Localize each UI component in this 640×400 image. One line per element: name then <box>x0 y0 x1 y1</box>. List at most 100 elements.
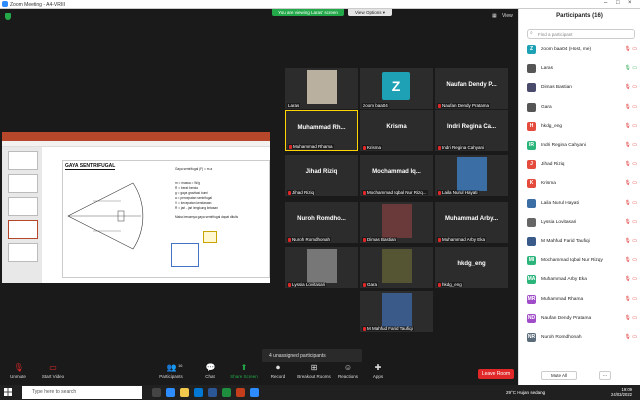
reactions-icon: ☺ <box>343 363 353 372</box>
participant-list-item[interactable]: MI Mochammad Iqbal Nur Rizqy 🎙 ▭ <box>527 256 637 268</box>
participant-list-item[interactable]: Hhkdg_eng 🎙 ▭ <box>527 121 637 134</box>
slide-title: GAYA SENTRIFUGAL <box>65 163 116 170</box>
weather-widget[interactable]: 29°C Hujan sedang <box>506 390 545 395</box>
muted-mic-icon <box>438 238 441 242</box>
slide-line: Gaya sentrifugal (F) = m.a <box>175 167 213 171</box>
leave-room-button[interactable]: Leave Room <box>478 369 514 379</box>
reactions-button[interactable]: ☺ Reactions <box>336 363 360 380</box>
participant-video-tile[interactable]: Indri Regina Ca... Indri Regina Cahyani <box>435 110 508 151</box>
participant-video-tile[interactable]: Laras <box>285 68 358 109</box>
participant-tile-label: Muhammad Rhama <box>288 144 334 149</box>
participant-avatar: Z <box>382 72 410 100</box>
participant-list-item[interactable]: ND Naufan Dendy Pratama 🎙 ▭ <box>527 313 637 326</box>
mute-all-button[interactable]: Mute All <box>541 371 577 380</box>
muted-mic-icon <box>363 146 366 150</box>
participant-video-tile[interactable]: Lyssia Lovitasari <box>285 247 358 288</box>
chat-button[interactable]: 💬 Chat <box>202 364 218 380</box>
participant-list-item[interactable]: Dimas Bastian 🎙 ▭ <box>527 83 637 95</box>
taskbar-search-input[interactable]: Type here to search <box>22 386 142 399</box>
unmute-button[interactable]: 🎙 Unmute <box>8 364 28 380</box>
participant-list-item[interactable]: Zzoom baa04 (Host, me) 🎙 ▭ <box>527 45 637 57</box>
maximize-icon[interactable]: □ <box>616 0 620 6</box>
breakout-rooms-icon: ⊞ <box>310 363 318 372</box>
system-clock[interactable]: 19:09 24/03/2022 <box>611 387 632 397</box>
slide-line: Maka besarnya gaya sentrifugal dapat dit… <box>175 215 239 219</box>
participant-list-item[interactable]: IR Indri Regina Cahyani 🎙 ▭ <box>527 141 637 153</box>
participant-av-status-icon: 🎙 ▭ <box>624 84 637 91</box>
shared-screen: GAYA SENTRIFUGAL Gaya sentrifugal (F) = … <box>2 132 270 283</box>
slide-thumbnail <box>8 243 38 262</box>
powerpoint-icon[interactable] <box>236 388 245 397</box>
participant-video-tile[interactable]: Muhammad Arby... Muhammad Arby Eka <box>435 202 508 243</box>
participant-video-tile[interactable]: Krisma Krisma <box>360 110 433 151</box>
participant-video-tile[interactable]: Mochammad Iq... Mochammad Iqbal Nur Rizq.… <box>360 155 433 196</box>
participant-name: Laila Nurul Hayati <box>541 200 579 206</box>
participant-search-input[interactable]: Find a participant <box>527 29 635 39</box>
viewing-screen-banner: You are viewing Laras' screen <box>272 9 344 16</box>
breakout-rooms-label: Breakout Rooms <box>297 374 331 379</box>
participant-list-item[interactable]: MA Muhammad Arby Eka 🎙 ▭ <box>527 275 637 287</box>
view-label[interactable]: View <box>502 13 513 19</box>
window-title: Zoom Meeting - A4-VRIII <box>10 1 66 8</box>
participant-av-status-icon: 🎙 ▭ <box>624 334 637 340</box>
share-screen-button[interactable]: ⬆ Share Screen <box>229 364 259 380</box>
participant-tile-label: Jihad Riziq <box>287 190 316 195</box>
participant-tile-name: Mochammad Iq... <box>372 169 421 175</box>
close-icon[interactable]: × <box>628 0 632 6</box>
view-options-button[interactable]: View Options ▾ <box>348 9 392 16</box>
participant-list-item[interactable]: M Mahfud Farid Taufiqi 🎙 ▭ <box>527 237 637 249</box>
participant-video-tile[interactable]: Laila Nurul Hayati <box>435 155 508 196</box>
participant-name: zoom baa04 (Host, me) <box>541 47 592 52</box>
record-label: Record <box>270 374 286 379</box>
participant-video-tile[interactable]: Nuroh Romdho... Nuroh Romdhonah <box>285 202 358 243</box>
word-icon[interactable] <box>208 388 217 397</box>
zoom-taskbar-icon[interactable] <box>250 388 259 397</box>
security-shield-icon[interactable] <box>5 13 11 20</box>
participant-video-tile[interactable]: Dimas Bastian <box>360 202 433 243</box>
start-video-label: Start Video <box>41 374 65 379</box>
edge-icon[interactable] <box>166 388 175 397</box>
apps-button[interactable]: ✚ Apps <box>370 364 386 380</box>
participant-tile-label: Mochammad Iqbal Nur Rizq... <box>362 190 428 195</box>
minimize-icon[interactable]: – <box>604 0 607 6</box>
windows-taskbar: Type here to search 29°C Hujan sedang 19… <box>0 385 640 400</box>
participant-list-item[interactable]: Laila Nurul Hayati 🎙 ▭ <box>527 198 637 211</box>
task-view-icon[interactable] <box>152 388 161 397</box>
breakout-rooms-button[interactable]: ⊞ Breakout Rooms <box>296 363 332 380</box>
unassigned-participants-notice[interactable]: 4 unassigned participants <box>262 349 362 363</box>
participant-video-tile[interactable]: Gara <box>360 247 433 288</box>
participant-list-item[interactable]: K Krisma 🎙 ▭ <box>527 179 637 191</box>
video-off-icon: ▭ <box>49 363 57 372</box>
record-button[interactable]: ⏺ Record <box>268 364 288 380</box>
grid-icon[interactable]: ▦ <box>492 13 497 19</box>
participant-tile-label: hkdg_eng <box>437 282 463 287</box>
participant-list-item[interactable]: NR Nuroh Romdhonah 🎙 ▭ <box>527 333 637 345</box>
file-explorer-icon[interactable] <box>180 388 189 397</box>
participant-av-status-icon: 🎙 ▭ <box>624 276 637 283</box>
participant-tile-name: Jihad Riziq <box>305 169 338 175</box>
start-video-button[interactable]: ▭ Start Video <box>40 363 66 380</box>
muted-mic-icon <box>288 238 291 242</box>
participant-list-item[interactable]: Laras 🎙 ▭ <box>527 64 637 76</box>
store-icon[interactable] <box>194 388 203 397</box>
participant-list-item[interactable]: J Jihad Riziq 🎙 ▭ <box>527 160 637 172</box>
participant-video-tile[interactable]: M Mahfud Farid Taufiqi <box>360 291 433 332</box>
participant-list-item[interactable]: MR Muhammad Rhama 🎙 ▭ <box>527 294 637 307</box>
windows-start-icon[interactable] <box>4 388 12 396</box>
participant-tile-label: Gara <box>362 282 379 287</box>
more-options-button[interactable]: ... <box>599 371 611 380</box>
participant-video-tile[interactable]: Jihad Riziq Jihad Riziq <box>285 155 358 196</box>
participant-tile-name: Naufan Dendy P... <box>446 82 497 88</box>
participant-name: Gara <box>541 104 552 110</box>
participant-video-tile[interactable]: Muhammad Rh... Muhammad Rhama <box>285 110 358 151</box>
muted-mic-icon <box>288 283 291 287</box>
chrome-icon[interactable] <box>222 388 231 397</box>
participant-video-tile[interactable]: hkdg_eng hkdg_eng <box>435 247 508 288</box>
participant-video-tile[interactable]: Naufan Dendy P... Naufan Dendy Pratama <box>435 68 508 109</box>
participant-list-item[interactable]: Gara 🎙 ▭ <box>527 102 637 115</box>
participant-tile-label: Laila Nurul Hayati <box>437 190 479 195</box>
share-screen-label: Share Screen <box>230 374 258 379</box>
participant-list-item[interactable]: Lyssia Lovitasari 🎙 ▭ <box>527 217 637 230</box>
participant-avatar: IR <box>527 141 536 150</box>
participant-video-tile[interactable]: Zzoom baa04 <box>360 68 433 109</box>
